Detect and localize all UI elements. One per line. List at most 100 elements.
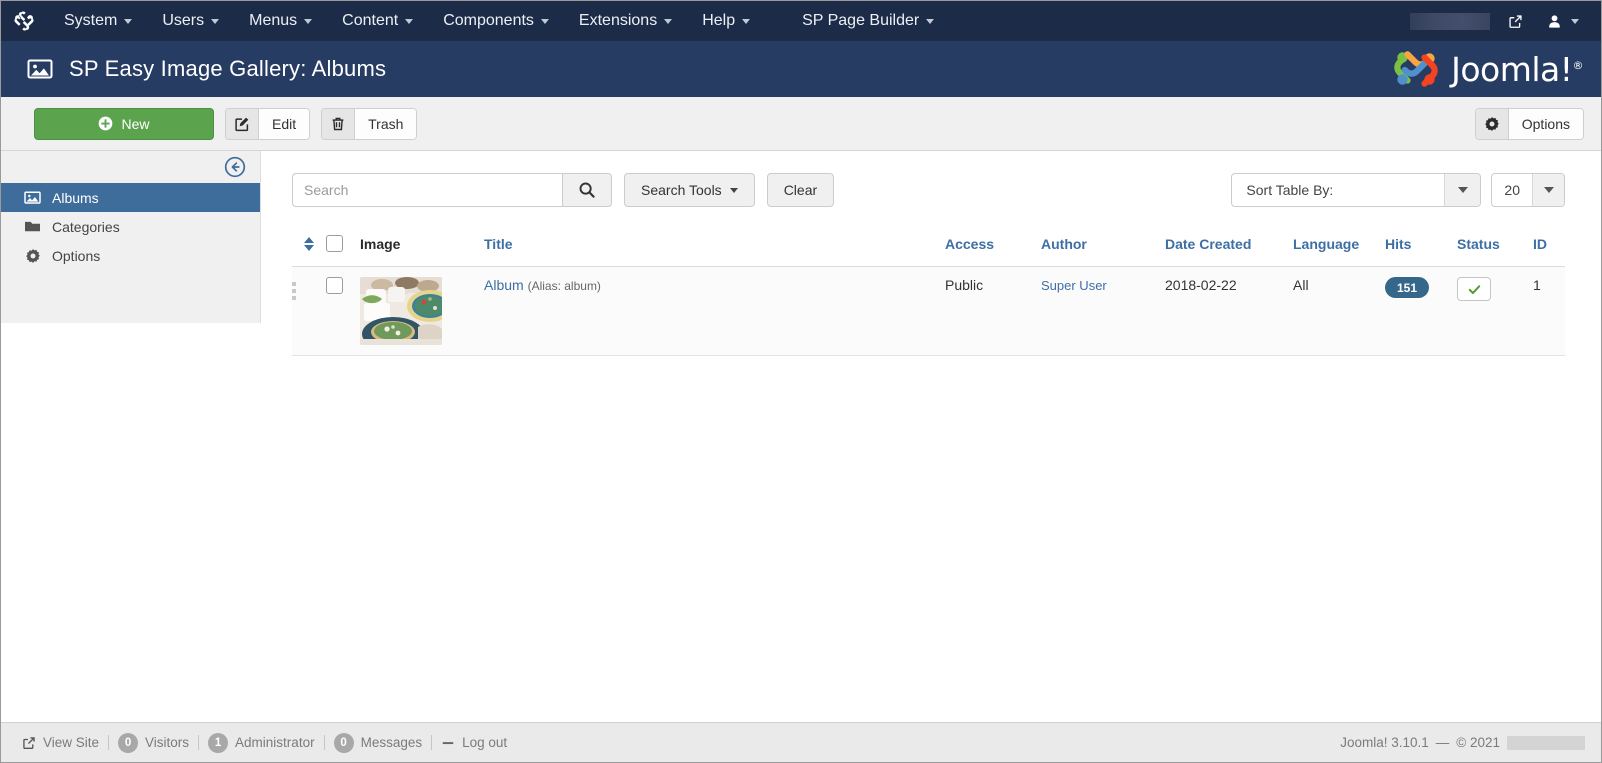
user-account-menu[interactable]: [1533, 8, 1587, 35]
menu-sp-page-builder[interactable]: SP Page Builder: [787, 3, 949, 39]
external-link-icon[interactable]: [1498, 8, 1533, 35]
top-menu-items: System Users Menus Content Components Ex…: [49, 3, 949, 39]
album-alias: (Alias: album): [527, 279, 601, 293]
edit-button[interactable]: Edit: [225, 107, 311, 140]
joomla-admin-window: System Users Menus Content Components Ex…: [0, 0, 1602, 763]
th-status[interactable]: Status: [1457, 225, 1533, 267]
search-tools-label: Search Tools: [641, 182, 722, 198]
table-header-row: Image Title Access Author Date Created L…: [292, 225, 1565, 267]
th-hits[interactable]: Hits: [1385, 225, 1457, 267]
chevron-down-icon: [1444, 174, 1481, 206]
search-tools-button[interactable]: Search Tools: [624, 173, 755, 207]
joomla-brand-logo: Joomla!®: [1390, 46, 1583, 92]
image-gallery-icon: [23, 190, 42, 205]
minus-icon: [442, 741, 454, 744]
menu-components[interactable]: Components: [428, 3, 564, 39]
th-title[interactable]: Title: [484, 225, 945, 267]
search-icon: [579, 182, 595, 198]
joomla-logo-icon: [1394, 51, 1438, 87]
cell-date-created: 2018-02-22: [1165, 266, 1293, 356]
view-site-label: View Site: [43, 735, 100, 750]
menu-users-label: Users: [162, 12, 205, 29]
drag-handle-icon[interactable]: [292, 277, 326, 300]
cell-title: Album (Alias: album): [484, 266, 945, 356]
th-ordering[interactable]: [292, 225, 326, 267]
menu-menus[interactable]: Menus: [234, 3, 327, 39]
joomla-wordmark: Joomla!®: [1451, 49, 1584, 89]
check-icon: [1468, 284, 1480, 294]
search-submit-button[interactable]: [562, 173, 612, 207]
messages-status[interactable]: 0 Messages: [325, 732, 432, 753]
cell-language: All: [1293, 266, 1385, 356]
sidebar-item-albums[interactable]: Albums: [1, 183, 260, 212]
chevron-down-icon: [540, 18, 549, 24]
chevron-down-icon: [1571, 18, 1579, 24]
trash-icon: [322, 108, 356, 139]
admin-top-menu-bar: System Users Menus Content Components Ex…: [1, 1, 1601, 41]
options-button-label: Options: [1508, 108, 1583, 139]
chevron-down-icon: [729, 187, 738, 193]
logout-label: Log out: [462, 735, 508, 750]
menu-extensions[interactable]: Extensions: [564, 3, 687, 39]
visitors-status[interactable]: 0 Visitors: [109, 732, 198, 753]
visitors-count: 0: [118, 732, 139, 753]
cell-image: [360, 266, 484, 356]
joomla-logo-icon[interactable]: [11, 8, 37, 34]
user-account-icon: [1549, 14, 1560, 28]
author-link[interactable]: Super User: [1041, 278, 1107, 293]
gear-icon: [23, 248, 42, 264]
cell-check[interactable]: [326, 266, 360, 356]
th-language[interactable]: Language: [1293, 225, 1385, 267]
clear-button-label: Clear: [783, 182, 818, 198]
sidebar-collapse-button[interactable]: [1, 151, 260, 183]
albums-table: Image Title Access Author Date Created L…: [292, 225, 1565, 356]
search-input[interactable]: [292, 173, 562, 207]
th-date-created[interactable]: Date Created: [1165, 225, 1293, 267]
logout-link[interactable]: Log out: [432, 735, 516, 750]
select-all-checkbox[interactable]: [326, 235, 343, 252]
list-limit-select[interactable]: 20: [1491, 173, 1565, 207]
admin-toolbar: New Edit Trash Options: [1, 97, 1601, 151]
search-group: [292, 173, 612, 207]
sidebar-item-categories-label: Categories: [52, 218, 120, 235]
list-limit-value: 20: [1504, 182, 1520, 198]
menu-content-label: Content: [342, 12, 399, 29]
cell-hits: 151: [1385, 266, 1457, 356]
filter-right-cluster: Sort Table By: 20: [1231, 173, 1565, 207]
new-button[interactable]: New: [34, 107, 214, 140]
sidebar-item-options[interactable]: Options: [1, 241, 260, 270]
gear-icon: [1475, 108, 1509, 139]
chevron-down-icon: [405, 18, 414, 24]
options-button[interactable]: Options: [1474, 107, 1584, 140]
row-select-checkbox[interactable]: [326, 277, 343, 294]
th-access[interactable]: Access: [945, 225, 1041, 267]
cell-ordering[interactable]: [292, 266, 326, 356]
th-check-all[interactable]: [326, 225, 360, 267]
menu-users[interactable]: Users: [147, 3, 234, 39]
th-image: Image: [360, 225, 484, 267]
menu-content[interactable]: Content: [327, 3, 428, 39]
sidebar-item-categories[interactable]: Categories: [1, 212, 260, 241]
registered-mark: ®: [1572, 58, 1584, 72]
edit-button-label: Edit: [259, 108, 310, 139]
album-title-link[interactable]: Album: [484, 277, 524, 293]
sidebar-item-albums-label: Albums: [52, 189, 99, 206]
trash-button[interactable]: Trash: [321, 107, 418, 140]
status-toggle-button[interactable]: [1457, 277, 1491, 301]
redacted-site-name: [1507, 735, 1585, 750]
view-site-link[interactable]: View Site: [13, 735, 108, 750]
th-author[interactable]: Author: [1041, 225, 1165, 267]
menu-system-label: System: [64, 12, 118, 29]
cell-id: 1: [1533, 266, 1565, 356]
footer-version-info: Joomla! 3.10.1 — © 2021: [1340, 735, 1585, 750]
menu-system[interactable]: System: [49, 3, 147, 39]
page-header-bar: SP Easy Image Gallery: Albums Joomla!®: [1, 41, 1601, 97]
menu-help[interactable]: Help: [687, 3, 765, 39]
administrator-status[interactable]: 1 Administrator: [199, 732, 324, 753]
sort-table-by-select[interactable]: Sort Table By:: [1231, 173, 1482, 207]
copyright-text: © 2021: [1456, 735, 1500, 750]
clear-filters-button[interactable]: Clear: [766, 173, 835, 207]
th-id[interactable]: ID: [1533, 225, 1565, 267]
em-dash: —: [1435, 735, 1450, 750]
hits-badge: 151: [1385, 277, 1429, 298]
